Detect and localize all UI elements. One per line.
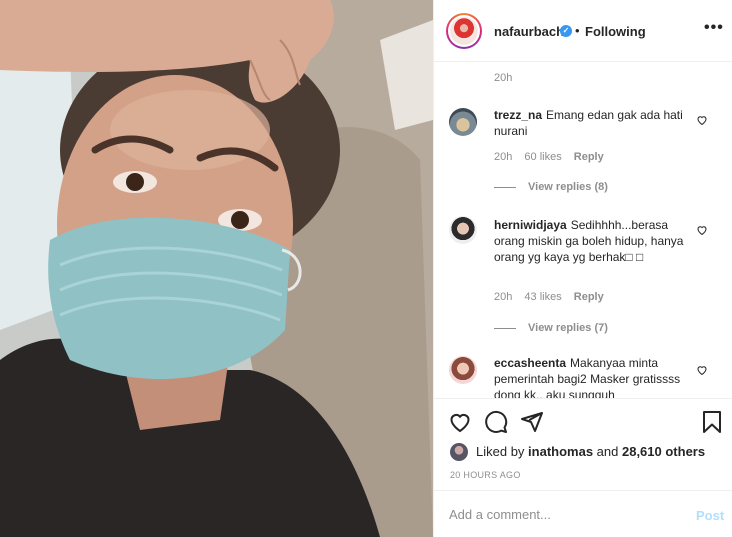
reply-button[interactable]: Reply xyxy=(574,291,604,303)
post-timestamp[interactable]: 20 HOURS AGO xyxy=(450,470,521,480)
comment-text-block: trezz_na Emang edan gak ada hati nurani xyxy=(494,107,694,139)
author-avatar[interactable] xyxy=(446,13,482,49)
post-photo[interactable] xyxy=(0,0,433,537)
share-icon[interactable] xyxy=(520,410,544,434)
post-comment-button[interactable]: Post xyxy=(696,508,724,523)
comment-like-heart-icon[interactable] xyxy=(696,364,708,376)
likes-count-link[interactable]: 28,610 others xyxy=(622,444,705,459)
author-username[interactable]: nafaurbach xyxy=(494,24,564,39)
verified-badge-icon: ✓ xyxy=(560,25,572,37)
commenter-avatar[interactable] xyxy=(449,108,477,136)
comment-meta: 20h 43 likes Reply xyxy=(494,291,613,303)
post-detail-panel: nafaurbach ✓ • Following ••• 20h trezz_n… xyxy=(433,0,732,537)
comment-meta: 20h 60 likes Reply xyxy=(494,151,613,163)
reply-button[interactable]: Reply xyxy=(574,151,604,163)
following-button[interactable]: Following xyxy=(585,24,646,39)
post-actions: Liked by inathomas and 28,610 others 20 … xyxy=(434,398,732,490)
liked-by-user[interactable]: inathomas xyxy=(528,444,593,459)
comment-text-block: eccasheenta Makanyaa minta pemerintah bag… xyxy=(494,355,690,398)
liked-by-avatar[interactable] xyxy=(450,443,468,461)
comment-time[interactable]: 20h xyxy=(494,291,512,303)
comments-list[interactable]: 20h trezz_na Emang edan gak ada hati nura… xyxy=(434,63,732,398)
view-replies-button[interactable]: View replies (8) xyxy=(494,181,608,193)
post-header: nafaurbach ✓ • Following ••• xyxy=(434,0,732,62)
add-comment-bar: Post xyxy=(434,490,732,537)
caption-timestamp: 20h xyxy=(494,72,513,84)
more-options-icon[interactable]: ••• xyxy=(704,19,724,37)
heart-icon[interactable] xyxy=(448,410,472,434)
commenter-username[interactable]: trezz_na xyxy=(494,108,542,122)
view-replies-button[interactable]: View replies (7) xyxy=(494,322,608,334)
comment-text-block: herniwidjaya Sedihhhh...berasa orang misk… xyxy=(494,217,690,265)
comment-input[interactable] xyxy=(449,505,679,523)
commenter-avatar[interactable] xyxy=(449,356,477,384)
comment-time[interactable]: 20h xyxy=(494,151,512,163)
comment-like-heart-icon[interactable] xyxy=(696,114,708,126)
commenter-avatar[interactable] xyxy=(449,216,477,244)
comment-likes[interactable]: 43 likes xyxy=(524,291,561,303)
selfie-illustration xyxy=(0,0,433,537)
comment-icon[interactable] xyxy=(484,410,508,434)
liked-by-text: Liked by inathomas and 28,610 others xyxy=(476,444,706,459)
comment-likes[interactable]: 60 likes xyxy=(524,151,561,163)
bookmark-icon[interactable] xyxy=(700,410,724,434)
comment-like-heart-icon[interactable] xyxy=(696,224,708,236)
commenter-username[interactable]: herniwidjaya xyxy=(494,218,567,232)
commenter-username[interactable]: eccasheenta xyxy=(494,356,566,370)
header-separator: • xyxy=(575,23,580,38)
